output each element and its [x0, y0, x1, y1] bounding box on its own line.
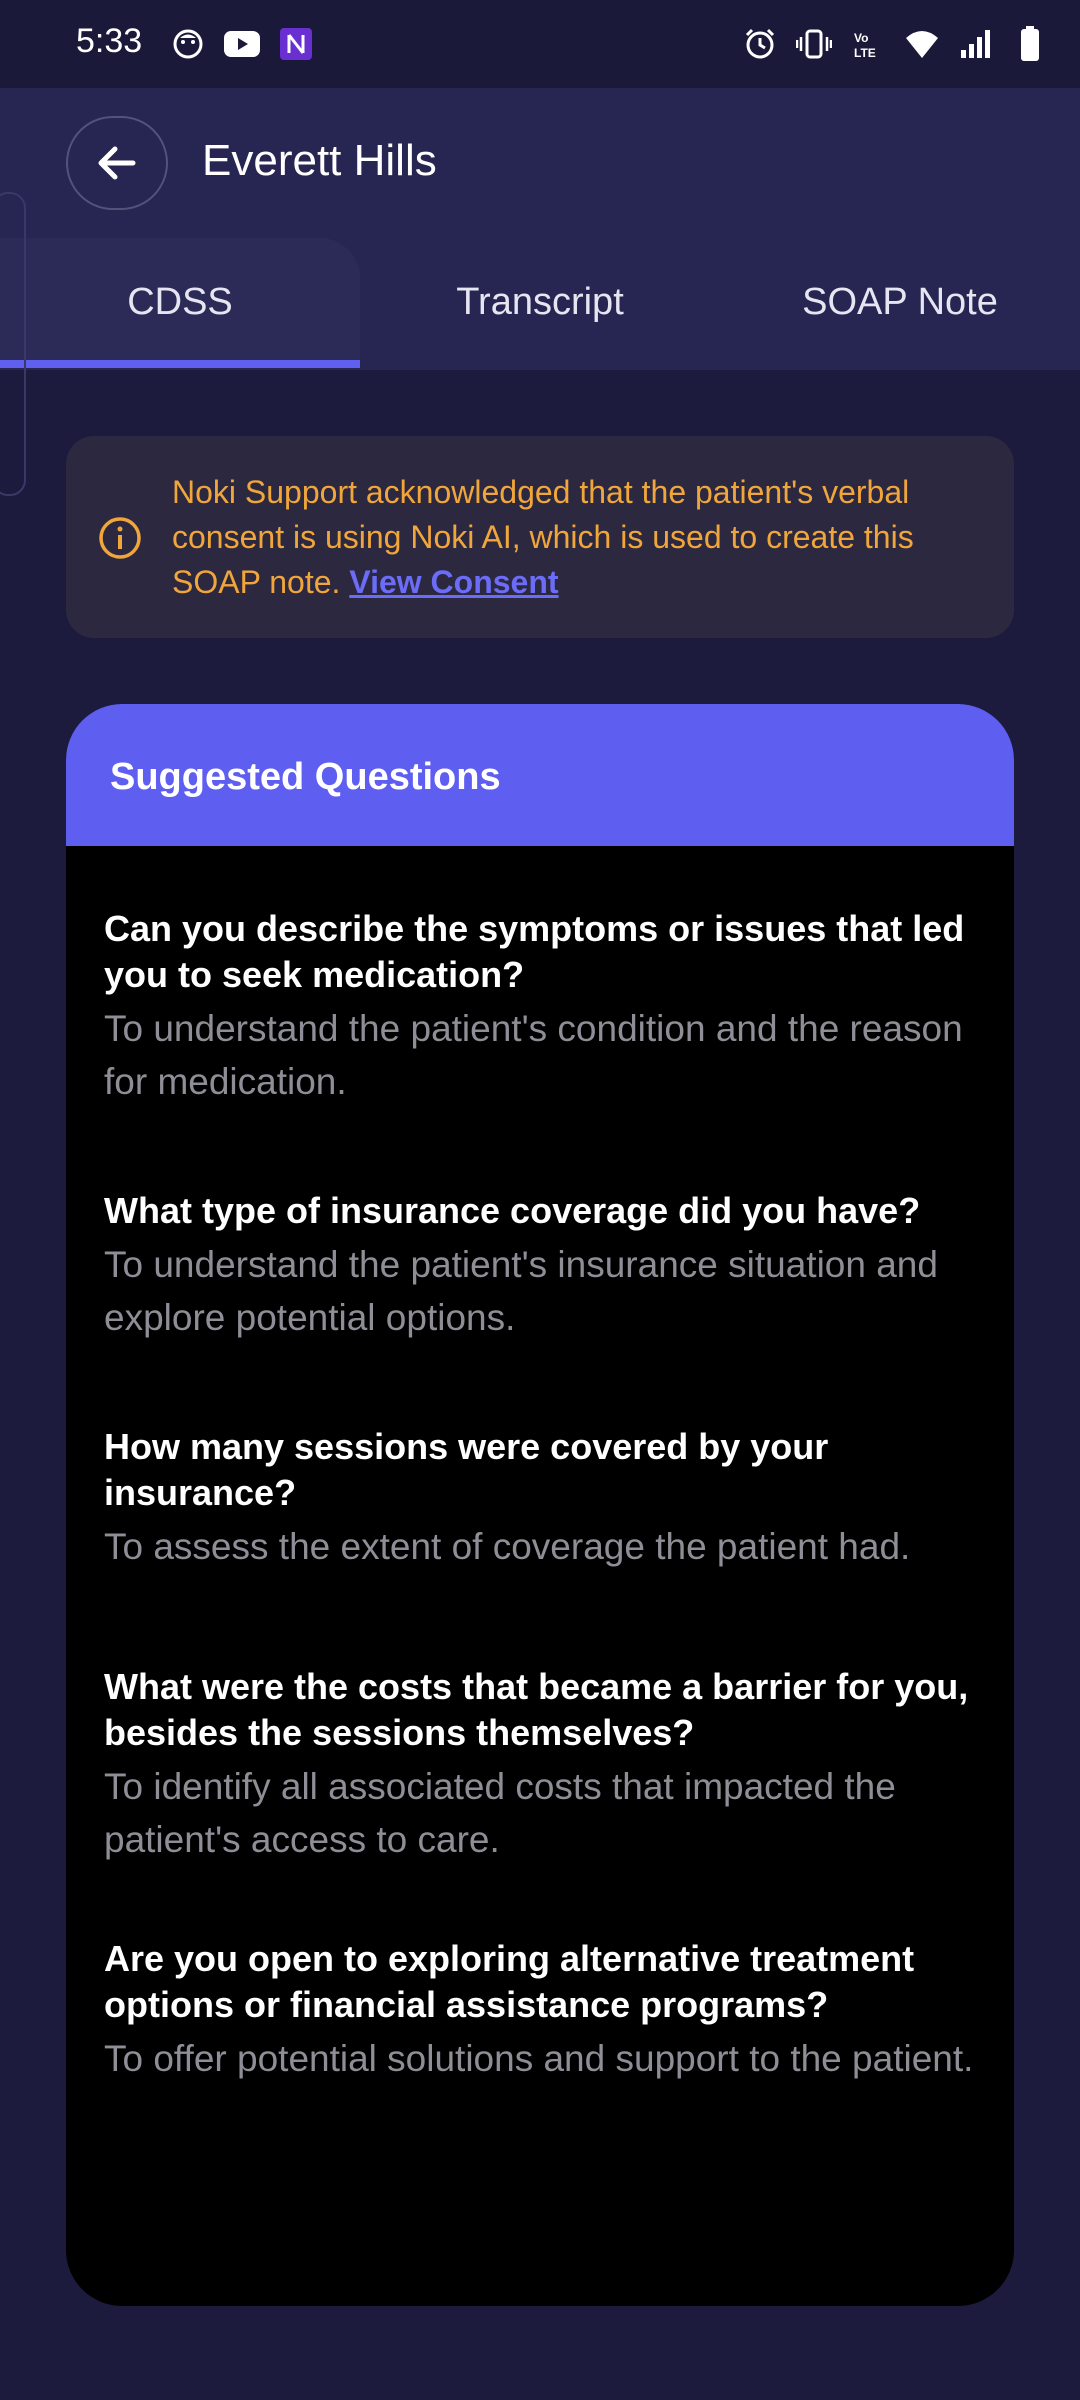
- question-purpose: To identify all associated costs that im…: [104, 1766, 896, 1860]
- question-purpose: To understand the patient's insurance si…: [104, 1244, 938, 1338]
- question-text: What were the costs that became a barrie…: [104, 1666, 969, 1753]
- question-text: Are you open to exploring alternative tr…: [104, 1938, 915, 2025]
- side-drawer-handle[interactable]: [0, 192, 26, 496]
- svg-text:Vo: Vo: [854, 31, 868, 45]
- system-icons: Vo LTE: [740, 24, 1050, 64]
- tab-transcript[interactable]: Transcript: [360, 238, 720, 366]
- app-header: Everett Hills CDSS Transcript SOAP Note: [0, 88, 1080, 370]
- vibrate-icon: [794, 24, 834, 64]
- page-title: Everett Hills: [202, 136, 437, 185]
- youtube-icon: [222, 24, 262, 64]
- tab-bar: CDSS Transcript SOAP Note: [0, 238, 1080, 370]
- signal-icon: [956, 24, 996, 64]
- question-text: What type of insurance coverage did you …: [104, 1190, 921, 1231]
- smiley-app-icon: [168, 24, 208, 64]
- wifi-icon: [902, 24, 942, 64]
- question-text: Can you describe the symptoms or issues …: [104, 908, 965, 995]
- question-item: Are you open to exploring alternative tr…: [104, 1936, 984, 2085]
- notification-icons: [168, 24, 316, 64]
- tab-cdss[interactable]: CDSS: [0, 238, 360, 366]
- question-item: Can you describe the symptoms or issues …: [104, 906, 984, 1108]
- volte-icon: Vo LTE: [848, 24, 888, 64]
- card-title: Suggested Questions: [110, 756, 501, 798]
- tab-soap-note[interactable]: SOAP Note: [720, 238, 1080, 366]
- noki-app-icon: [276, 24, 316, 64]
- question-item: What were the costs that became a barrie…: [104, 1664, 984, 1866]
- suggested-questions-card: Suggested Questions Can you describe the…: [66, 704, 1014, 2306]
- consent-banner: Noki Support acknowledged that the patie…: [66, 436, 1014, 638]
- question-item: What type of insurance coverage did you …: [104, 1188, 984, 1344]
- active-tab-indicator: [0, 360, 360, 368]
- question-item: How many sessions were covered by your i…: [104, 1424, 984, 1573]
- question-text: How many sessions were covered by your i…: [104, 1426, 829, 1513]
- question-purpose: To understand the patient's condition an…: [104, 1008, 963, 1102]
- question-purpose: To assess the extent of coverage the pat…: [104, 1526, 911, 1567]
- svg-text:LTE: LTE: [854, 46, 876, 60]
- back-button[interactable]: [66, 116, 168, 210]
- status-time: 5:33: [76, 22, 143, 60]
- info-icon: [99, 517, 141, 559]
- question-purpose: To offer potential solutions and support…: [104, 2038, 974, 2079]
- card-header: Suggested Questions: [66, 704, 1014, 846]
- arrow-left-icon: [98, 146, 136, 180]
- consent-message: Noki Support acknowledged that the patie…: [172, 470, 992, 605]
- status-bar: 5:33 Vo LTE: [0, 0, 1080, 88]
- view-consent-link[interactable]: View Consent: [349, 564, 558, 600]
- alarm-icon: [740, 24, 780, 64]
- battery-icon: [1010, 24, 1050, 64]
